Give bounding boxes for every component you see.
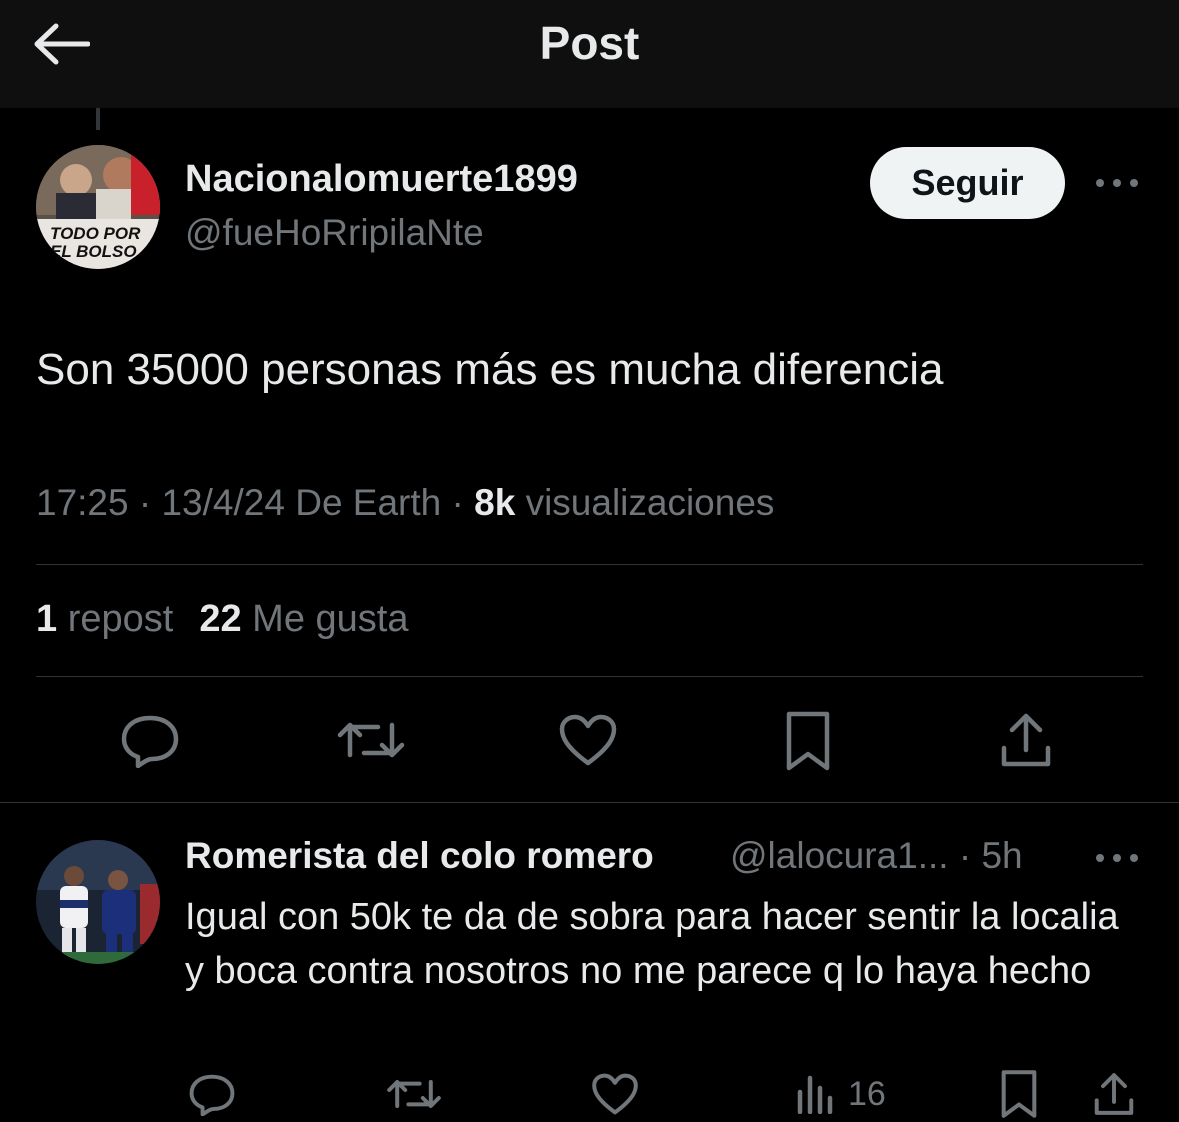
more-dots-icon [1096, 179, 1138, 187]
reply-icon [189, 1074, 235, 1116]
reply-age[interactable]: 5h [981, 835, 1022, 876]
reply-bookmark-button[interactable] [996, 1068, 1042, 1120]
reply-icon [121, 715, 179, 768]
reply-like-button[interactable] [589, 1070, 641, 1118]
views-count: 8k [474, 482, 516, 523]
divider [36, 676, 1143, 677]
heart-icon [559, 714, 617, 766]
reply-author-display-name[interactable]: Romerista del colo romero [185, 835, 654, 877]
reply-author-handle: @lalocura1... · 5h [730, 835, 1023, 876]
share-icon [1094, 1073, 1134, 1115]
analytics-icon [797, 1075, 833, 1114]
reply-share-button[interactable] [1090, 1068, 1138, 1120]
post-source: De Earth [295, 482, 442, 523]
follow-button[interactable]: Seguir [870, 147, 1065, 219]
avatar[interactable]: TODO POR EL BOLSO [36, 145, 160, 269]
heart-icon [592, 1073, 638, 1115]
bookmark-button[interactable] [780, 708, 836, 774]
more-options-button[interactable] [1092, 168, 1142, 198]
bookmark-icon [786, 711, 830, 771]
reply-text: Igual con 50k te da de sobra para hacer … [185, 896, 1119, 992]
reply-avatar[interactable] [36, 840, 160, 964]
post-stats: 1 repost 22 Me gusta [36, 598, 408, 641]
share-button[interactable] [996, 708, 1056, 772]
divider [0, 802, 1179, 803]
svg-text:TODO POR: TODO POR [50, 224, 141, 243]
more-dots-icon [1096, 854, 1138, 862]
repost-icon [337, 722, 405, 758]
author-display-name[interactable]: Nacionalomuerte1899 [185, 158, 578, 201]
reply-views-button[interactable]: 16 [796, 1070, 906, 1118]
reposts-stat[interactable]: 1 repost [36, 598, 173, 640]
reply-more-options-button[interactable] [1092, 843, 1142, 873]
likes-stat[interactable]: 22 Me gusta [199, 598, 408, 640]
reply-button[interactable] [118, 710, 182, 770]
svg-text:EL BOLSO: EL BOLSO [50, 242, 137, 261]
post-text: Son 35000 personas más es mucha diferenc… [36, 345, 944, 394]
reply-views-count: 16 [848, 1074, 886, 1113]
repost-icon [387, 1080, 441, 1108]
post-time[interactable]: 17:25 [36, 482, 129, 523]
like-button[interactable] [556, 710, 620, 770]
post-meta: 17:25 · 13/4/24 De Earth · 8k visualizac… [36, 482, 775, 523]
views-label: visualizaciones [525, 482, 775, 523]
reply-reply-button[interactable] [186, 1070, 238, 1118]
top-bar: Post [0, 0, 1179, 108]
reply-repost-button[interactable] [384, 1070, 444, 1118]
bookmark-icon [1001, 1070, 1037, 1118]
post-date[interactable]: 13/4/24 [161, 482, 284, 523]
author-handle[interactable]: @fueHoRripilaNte [185, 212, 484, 254]
share-icon [1001, 713, 1051, 767]
page-title: Post [539, 17, 640, 69]
repost-button[interactable] [335, 710, 407, 770]
thread-connector-line [96, 108, 100, 130]
divider [36, 564, 1143, 565]
